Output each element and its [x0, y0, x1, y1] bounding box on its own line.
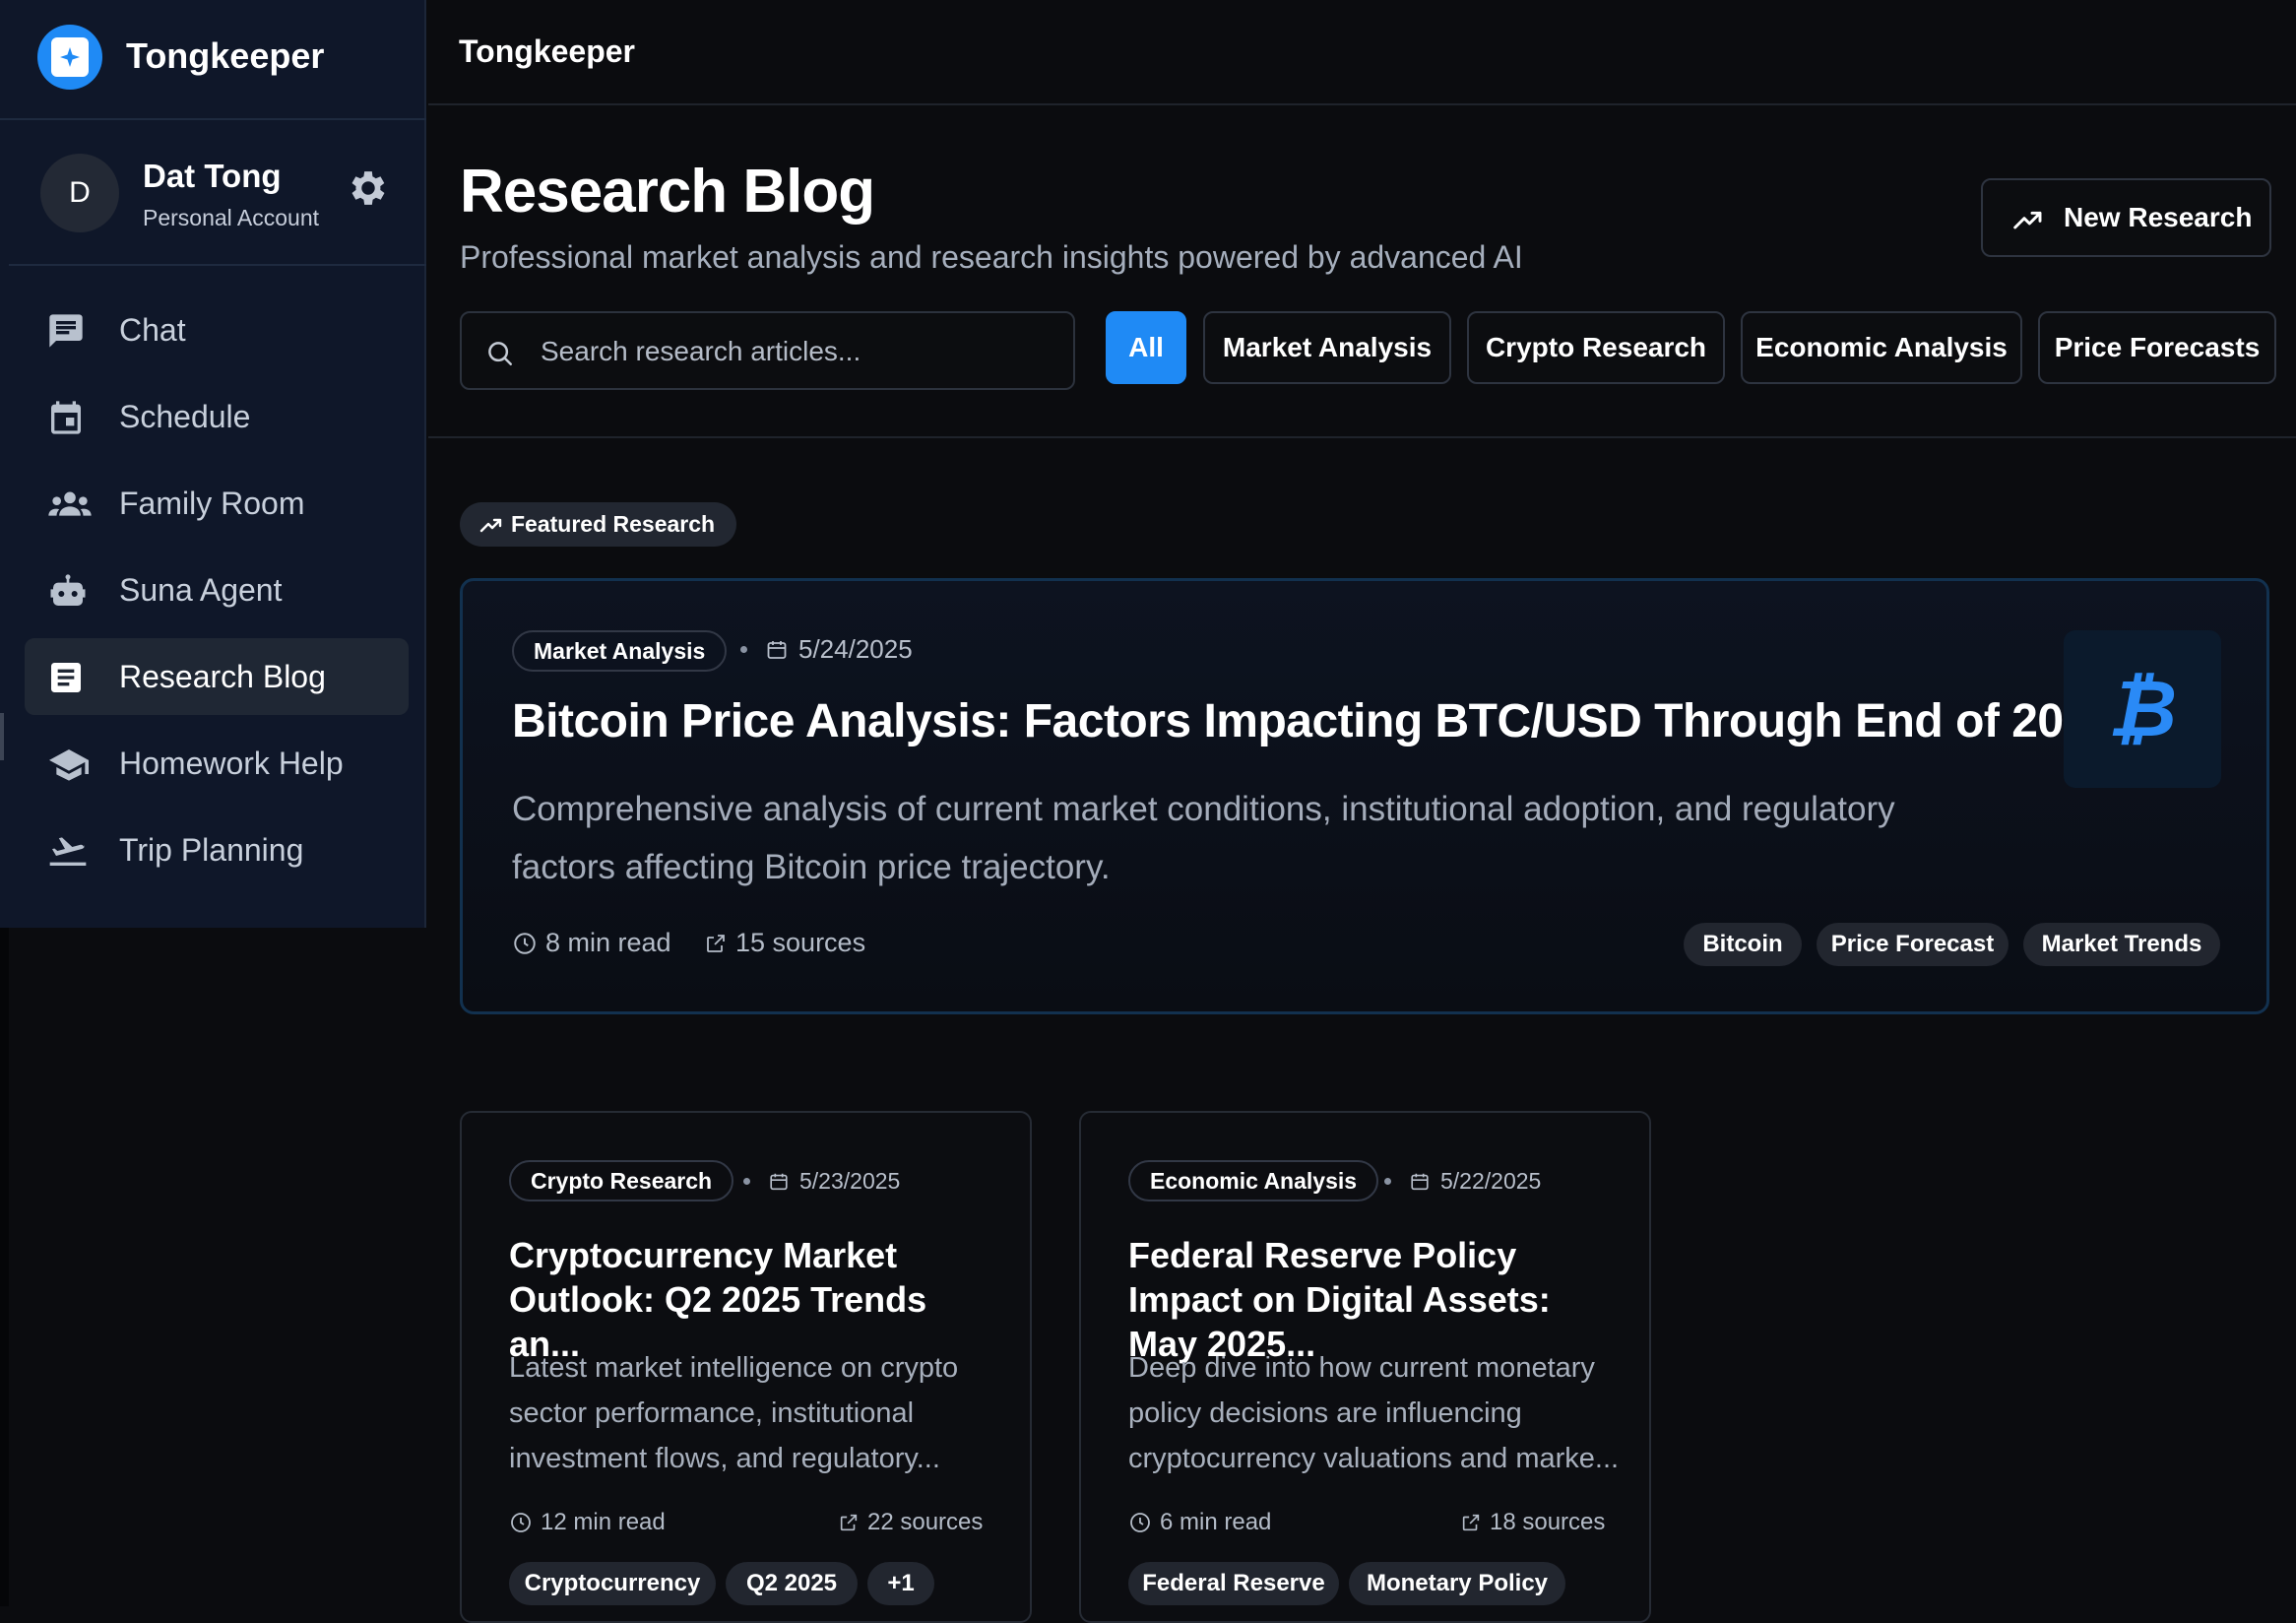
sources-count: 15 sources: [704, 928, 865, 958]
new-research-button[interactable]: New Research: [1981, 178, 2271, 257]
tag-pill[interactable]: Federal Reserve: [1128, 1562, 1339, 1605]
page-header: Research Blog Professional market analys…: [428, 107, 2296, 438]
sidebar-item-suna-agent[interactable]: Suna Agent: [25, 552, 409, 628]
avatar: D: [40, 154, 119, 232]
chat-icon: [49, 314, 83, 348]
date-text: 5/23/2025: [799, 1168, 901, 1194]
category-tag: Economic Analysis: [1128, 1160, 1379, 1201]
read-time-text: 12 min read: [541, 1509, 666, 1535]
bitcoin-icon: ₿: [2064, 630, 2221, 788]
sources-count: 18 sources: [1460, 1509, 1605, 1536]
search-icon: [488, 342, 512, 365]
page-title: Research Blog: [460, 158, 875, 226]
group-icon: [48, 491, 92, 516]
more-tags-pill[interactable]: +1: [867, 1562, 934, 1605]
robot-icon: [50, 574, 86, 606]
filter-all[interactable]: All: [1106, 311, 1186, 384]
external-link-icon: [707, 934, 725, 952]
sidebar-item-homework-help[interactable]: Homework Help: [25, 725, 409, 802]
featured-label-text: Featured Research: [511, 511, 716, 537]
sources-text: 18 sources: [1490, 1509, 1606, 1535]
sidebar-item-label: Chat: [119, 311, 186, 348]
article-card[interactable]: Economic Analysis 5/22/2025 Federal Rese…: [1079, 1111, 1651, 1623]
read-time-text: 6 min read: [1160, 1509, 1272, 1535]
tag-pill[interactable]: Bitcoin: [1684, 923, 1802, 966]
read-time: 12 min read: [509, 1509, 666, 1536]
featured-title[interactable]: Bitcoin Price Analysis: Factors Impactin…: [512, 694, 2116, 748]
trending-up-icon: [479, 518, 502, 532]
sidebar-item-label: Research Blog: [119, 658, 326, 694]
tag-pill[interactable]: Cryptocurrency: [509, 1562, 716, 1605]
date-text: 5/24/2025: [798, 634, 913, 664]
article-icon: [51, 663, 81, 692]
external-link-icon: [840, 1514, 858, 1531]
school-icon: [49, 749, 89, 781]
sidebar-item-family-room[interactable]: Family Room: [25, 465, 409, 542]
top-bar: Tongkeeper: [428, 0, 2296, 105]
sidebar-item-chat[interactable]: Chat: [25, 292, 409, 368]
calendar-icon: [767, 640, 787, 659]
app-logo-icon[interactable]: [37, 25, 102, 90]
read-time-text: 8 min read: [545, 928, 671, 957]
tag-pill[interactable]: Q2 2025: [726, 1562, 858, 1605]
sidebar-item-label: Suna Agent: [119, 571, 283, 608]
account-type: Personal Account: [143, 205, 320, 230]
tag-pill[interactable]: Monetary Policy: [1349, 1562, 1565, 1605]
calendar-icon: [770, 1173, 788, 1190]
sidebar-footer-area: [0, 928, 426, 1606]
calendar-icon: [51, 401, 81, 434]
brand: Tongkeeper: [0, 0, 426, 120]
category-tag: Crypto Research: [509, 1160, 734, 1201]
clock-icon: [511, 1513, 531, 1532]
sidebar-item-label: Family Room: [119, 485, 305, 521]
filter-economic-analysis[interactable]: Economic Analysis: [1741, 311, 2022, 384]
sidebar: Tongkeeper D Dat Tong Personal Account C…: [0, 0, 426, 928]
clock-icon: [514, 932, 536, 954]
filter-market-analysis[interactable]: Market Analysis: [1203, 311, 1451, 384]
sidebar-item-label: Schedule: [119, 398, 251, 434]
category-tag: Market Analysis: [512, 630, 728, 672]
gear-icon[interactable]: [346, 165, 391, 211]
sources-text: 22 sources: [867, 1509, 984, 1535]
filter-crypto-research[interactable]: Crypto Research: [1467, 311, 1725, 384]
sidebar-resize-handle[interactable]: [0, 713, 4, 760]
flight-icon: [49, 837, 87, 866]
article-date: 5/24/2025: [740, 634, 913, 665]
read-time: 6 min read: [1128, 1509, 1271, 1536]
new-research-label: New Research: [2064, 202, 2253, 232]
page-subtitle: Professional market analysis and researc…: [460, 239, 1523, 275]
article-date: 5/23/2025: [743, 1168, 900, 1195]
date-text: 5/22/2025: [1440, 1168, 1542, 1194]
calendar-icon: [1411, 1173, 1429, 1190]
read-time: 8 min read: [512, 928, 671, 958]
article-description: Latest market intelligence on crypto sec…: [509, 1352, 959, 1474]
sidebar-item-trip-planning[interactable]: Trip Planning: [25, 812, 409, 888]
tag-pill[interactable]: Price Forecast: [1817, 923, 2009, 966]
clock-icon: [1130, 1513, 1150, 1532]
sidebar-item-label: Homework Help: [119, 745, 344, 781]
trending-up-icon: [2013, 211, 2042, 229]
filter-price-forecasts[interactable]: Price Forecasts: [2038, 311, 2276, 384]
featured-article-card[interactable]: Market Analysis 5/24/2025 Bitcoin Price …: [460, 578, 2269, 1014]
featured-description: Comprehensive analysis of current market…: [512, 790, 1895, 886]
article-date: 5/22/2025: [1384, 1168, 1541, 1195]
search-input[interactable]: [541, 331, 1052, 372]
external-link-icon: [1462, 1514, 1480, 1531]
sidebar-item-label: Trip Planning: [119, 831, 304, 868]
featured-research-label: Featured Research: [460, 502, 737, 547]
search-box[interactable]: [460, 311, 1075, 390]
topbar-title: Tongkeeper: [459, 33, 635, 69]
sidebar-item-schedule[interactable]: Schedule: [25, 378, 409, 455]
user-profile[interactable]: D Dat Tong Personal Account: [9, 122, 426, 266]
sources-text: 15 sources: [735, 928, 866, 957]
user-name: Dat Tong: [143, 158, 282, 194]
article-description: Deep dive into how current monetary poli…: [1128, 1352, 1620, 1474]
tag-pill[interactable]: Market Trends: [2023, 923, 2220, 966]
app-name: Tongkeeper: [126, 35, 325, 76]
article-card[interactable]: Crypto Research 5/23/2025 Cryptocurrency…: [460, 1111, 1032, 1623]
sources-count: 22 sources: [838, 1509, 983, 1536]
sidebar-nav: Chat Schedule Family Room Suna Agent Res…: [25, 292, 409, 898]
sidebar-item-research-blog[interactable]: Research Blog: [25, 638, 409, 715]
